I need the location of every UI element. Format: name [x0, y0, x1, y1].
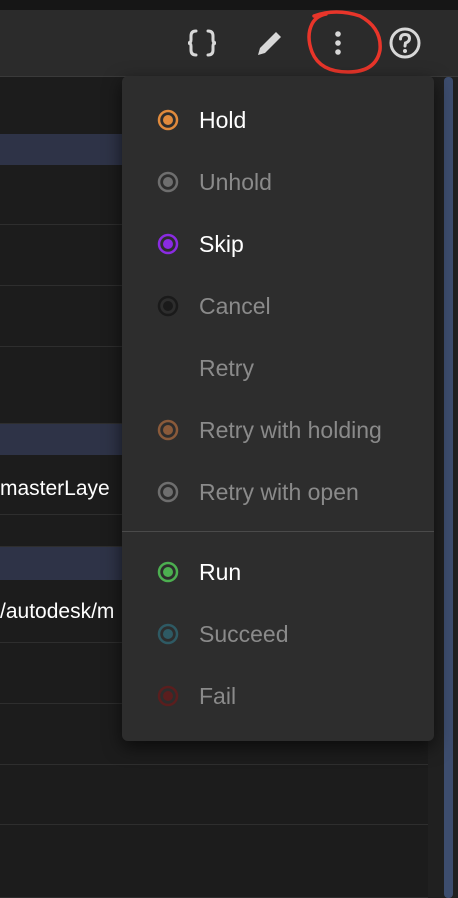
menu-item-cancel[interactable]: Cancel	[122, 279, 434, 333]
menu-item-retry-with-holding[interactable]: Retry with holding	[122, 403, 434, 457]
table-row	[0, 825, 428, 898]
run-status-icon	[157, 561, 179, 583]
menu-item-unhold[interactable]: Unhold	[122, 155, 434, 209]
menu-item-retry[interactable]: Retry	[122, 341, 434, 395]
menu-item-succeed[interactable]: Succeed	[122, 607, 434, 661]
menu-item-label: Fail	[199, 682, 237, 709]
table-cell: masterLaye	[0, 477, 110, 500]
menu-item-label: Unhold	[199, 168, 272, 195]
menu-item-fail[interactable]: Fail	[122, 669, 434, 723]
toolbar	[0, 10, 458, 77]
menu-item-label: Retry with open	[199, 478, 359, 505]
unhold-status-icon	[157, 171, 179, 193]
scrollbar-thumb[interactable]	[444, 77, 453, 898]
actions-dropdown-menu: Hold Unhold Skip Cancel Retry Retry with…	[122, 76, 434, 741]
hold-status-icon	[157, 109, 179, 131]
menu-item-label: Skip	[199, 230, 244, 257]
help-icon[interactable]	[388, 25, 422, 61]
pencil-icon[interactable]	[253, 25, 287, 61]
top-strip	[0, 0, 458, 10]
retry-open-status-icon	[157, 481, 179, 503]
more-vertical-icon[interactable]	[321, 25, 355, 61]
menu-item-hold[interactable]: Hold	[122, 93, 434, 147]
braces-icon[interactable]	[185, 25, 219, 61]
menu-item-label: Run	[199, 558, 242, 585]
cancel-status-icon	[157, 295, 179, 317]
retry-holding-status-icon	[157, 419, 179, 441]
menu-item-label: Cancel	[199, 292, 271, 319]
menu-item-run[interactable]: Run	[122, 545, 434, 599]
succeed-status-icon	[157, 623, 179, 645]
menu-divider	[122, 531, 434, 532]
skip-status-icon	[157, 233, 179, 255]
menu-item-label: Retry with holding	[199, 416, 382, 443]
menu-item-skip[interactable]: Skip	[122, 217, 434, 271]
table-cell: /autodesk/m	[0, 600, 115, 623]
fail-status-icon	[157, 685, 179, 707]
menu-item-label: Retry	[199, 354, 254, 381]
table-row	[0, 765, 428, 825]
menu-item-label: Hold	[199, 106, 247, 133]
menu-item-retry-with-open[interactable]: Retry with open	[122, 465, 434, 519]
menu-item-label: Succeed	[199, 620, 289, 647]
